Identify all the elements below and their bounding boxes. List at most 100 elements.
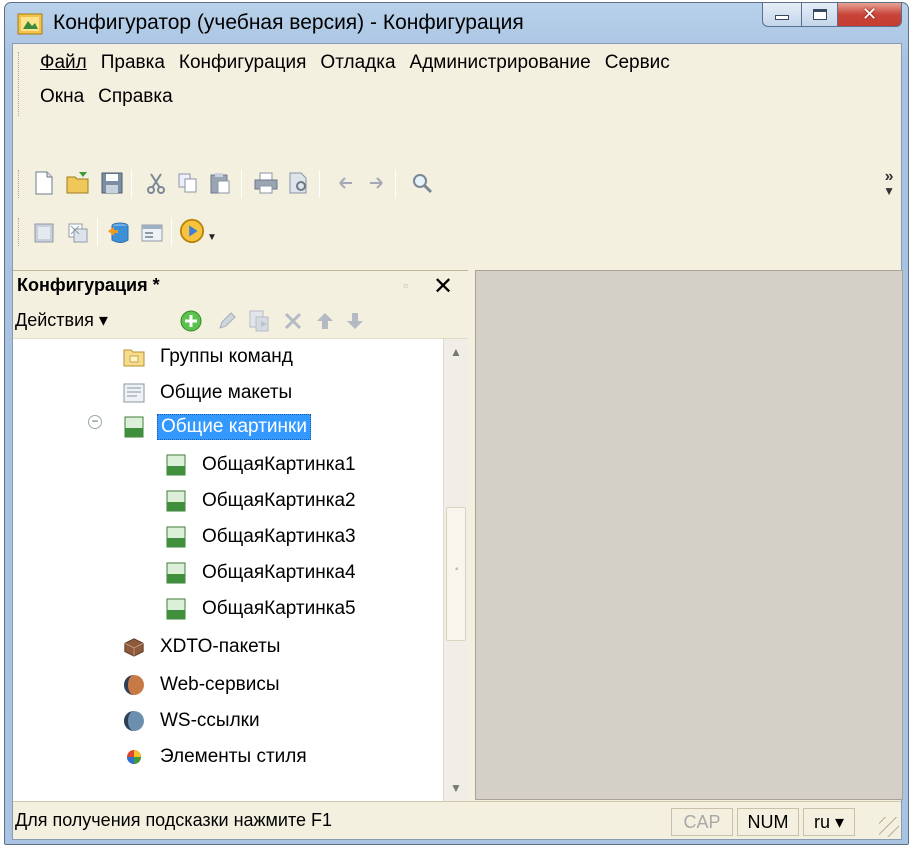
ws-link-icon — [123, 710, 145, 732]
scroll-down-button[interactable]: ▼ — [444, 775, 468, 801]
undo-button[interactable] — [333, 170, 359, 196]
workspace-area — [475, 270, 903, 800]
scroll-up-button[interactable]: ▲ — [444, 339, 468, 365]
copy-object-icon — [249, 310, 269, 332]
style-icon — [123, 746, 145, 768]
save-button[interactable] — [99, 170, 125, 196]
toolbar-grip[interactable] — [18, 218, 21, 246]
magnifier-icon — [413, 174, 433, 194]
minimize-button[interactable] — [762, 3, 802, 27]
form-button[interactable] — [139, 220, 165, 246]
menu-edit[interactable]: Правка — [94, 50, 172, 76]
scissors-icon — [147, 173, 165, 194]
delete-icon — [284, 312, 302, 330]
paste-button[interactable] — [207, 170, 233, 196]
open-configuration-button[interactable] — [31, 220, 57, 246]
language-selector[interactable]: ru ▾ — [803, 808, 855, 836]
menu-help[interactable]: Справка — [91, 84, 180, 110]
tree-item-picture-1[interactable]: ОбщаяКартинка1 — [165, 449, 359, 481]
pencil-icon — [219, 312, 236, 329]
menu-row-1: Файл Правка Конфигурация Отладка Админис… — [33, 50, 677, 76]
move-up-button[interactable] — [313, 309, 337, 333]
scroll-thumb[interactable]: ▪ — [446, 507, 466, 641]
start-debugging-button[interactable] — [179, 218, 205, 244]
actions-bar: Действия ▾ — [13, 303, 468, 339]
arrow-down-icon: ▼ — [450, 781, 462, 795]
menu-service[interactable]: Сервис — [598, 50, 677, 76]
picture-icon — [165, 526, 187, 548]
close-icon: ✕ — [861, 4, 878, 25]
toolbar-overflow-button[interactable]: » ▼ — [883, 169, 895, 199]
menu-administration[interactable]: Администрирование — [403, 50, 598, 76]
tree-item-label: ОбщаяКартинка1 — [202, 454, 356, 475]
arrow-down-icon — [347, 313, 363, 329]
pin-icon[interactable]: ▫ — [403, 277, 408, 293]
edit-button[interactable] — [215, 309, 239, 333]
cut-button[interactable] — [143, 170, 169, 196]
panel-title: Конфигурация * — [17, 275, 160, 295]
window-form-icon — [141, 224, 163, 242]
add-button[interactable] — [179, 309, 203, 333]
maximize-button[interactable] — [802, 3, 838, 27]
move-down-button[interactable] — [343, 309, 367, 333]
redo-icon — [370, 177, 383, 189]
copy-object-button[interactable] — [247, 309, 271, 333]
delete-button[interactable] — [281, 309, 305, 333]
picture-icon — [165, 562, 187, 584]
print-button[interactable] — [253, 170, 279, 196]
caption-buttons: ✕ — [762, 3, 902, 29]
picture-icon — [165, 598, 187, 620]
tree-item-common-pictures[interactable]: Общие картинки — [123, 411, 311, 443]
tree-item-style-elements[interactable]: Элементы стиля — [123, 741, 310, 773]
database-icon — [108, 222, 129, 243]
tree-item-picture-3[interactable]: ОбщаяКартинка3 — [165, 521, 359, 553]
close-window-button[interactable]: ✕ — [838, 3, 902, 27]
toolbar-separator — [319, 170, 320, 198]
menu-configuration[interactable]: Конфигурация — [172, 50, 314, 76]
package-icon — [123, 636, 145, 658]
menu-debug[interactable]: Отладка — [313, 50, 402, 76]
copy-button[interactable] — [175, 170, 201, 196]
new-document-button[interactable] — [31, 170, 57, 196]
template-icon — [123, 382, 145, 404]
add-icon — [180, 310, 202, 332]
panel-close-button[interactable]: ✕ — [433, 272, 453, 300]
tree-item-web-services[interactable]: Web-сервисы — [123, 669, 283, 701]
tree-item-picture-5[interactable]: ОбщаяКартинка5 — [165, 593, 359, 625]
tree-item-label: Группы команд — [160, 346, 293, 367]
open-button[interactable] — [65, 170, 91, 196]
collapse-toggle[interactable]: − — [88, 415, 102, 429]
tree-item-xdto-packages[interactable]: XDTO-пакеты — [123, 631, 283, 663]
menu-file[interactable]: Файл — [33, 50, 94, 76]
web-service-icon — [123, 674, 145, 696]
tree-item-command-groups[interactable]: Группы команд — [123, 341, 296, 373]
arrow-up-icon — [317, 313, 333, 329]
title-bar[interactable]: Конфигуратор (учебная версия) - Конфигур… — [5, 3, 908, 43]
update-database-button[interactable] — [105, 220, 131, 246]
tree-item-common-templates[interactable]: Общие макеты — [123, 377, 295, 409]
tree-item-picture-2[interactable]: ОбщаяКартинка2 — [165, 485, 359, 517]
menu-grip[interactable] — [18, 52, 21, 116]
debug-dropdown-button[interactable]: ▼ — [205, 224, 219, 250]
find-button[interactable] — [409, 170, 435, 196]
save-icon — [101, 172, 123, 194]
client-area: Файл Правка Конфигурация Отладка Админис… — [12, 43, 903, 840]
print-preview-button[interactable] — [285, 170, 311, 196]
compare-configurations-button[interactable] — [65, 220, 91, 246]
play-icon — [179, 218, 205, 244]
toolbar-grip[interactable] — [18, 170, 21, 198]
panel-header: Конфигурация * ▫ ✕ — [13, 271, 468, 303]
toolbar-separator — [171, 218, 172, 246]
toolbar-separator — [97, 218, 98, 246]
tree-item-picture-4[interactable]: ОбщаяКартинка4 — [165, 557, 359, 589]
tree-scrollbar[interactable]: ▲ ▪ ▼ — [443, 339, 468, 801]
actions-menu[interactable]: Действия ▾ — [15, 310, 108, 331]
resize-grip[interactable] — [879, 817, 899, 837]
redo-button[interactable] — [363, 170, 389, 196]
main-window: Конфигуратор (учебная версия) - Конфигур… — [4, 2, 909, 845]
panel-splitter[interactable] — [468, 270, 475, 800]
menu-windows[interactable]: Окна — [33, 84, 91, 110]
tree-item-ws-links[interactable]: WS-ссылки — [123, 705, 263, 737]
chevron-down-icon: ▼ — [883, 184, 895, 198]
configuration-tree[interactable]: Группы команд Общие макеты − Общие карти… — [13, 339, 443, 801]
